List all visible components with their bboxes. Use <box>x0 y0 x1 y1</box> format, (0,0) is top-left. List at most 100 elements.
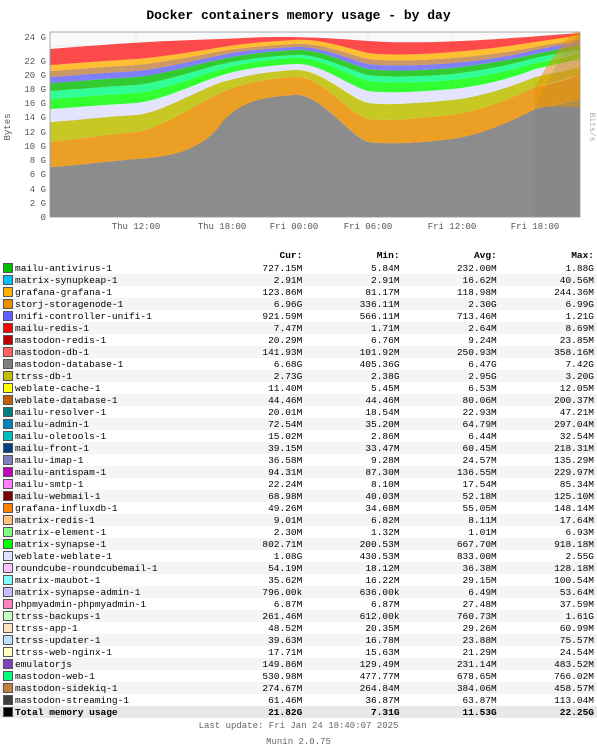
legend-min: 2.91M <box>305 274 402 286</box>
legend-avg: 8.11M <box>403 514 500 526</box>
last-update: Last update: Fri Jan 24 18:40:07 2025 <box>199 721 399 731</box>
legend-name: matrix-element-1 <box>0 526 208 538</box>
legend-min: 9.28M <box>305 454 402 466</box>
legend-max: 135.29M <box>500 454 597 466</box>
legend-name: ttrss-updater-1 <box>0 634 208 646</box>
legend-max: 53.64M <box>500 586 597 598</box>
svg-text:Fri 00:00: Fri 00:00 <box>270 222 319 232</box>
legend-name: Total memory usage <box>0 706 208 718</box>
legend-min: 15.63M <box>305 646 402 658</box>
svg-text:0: 0 <box>41 213 46 223</box>
legend-color-box <box>3 407 13 417</box>
legend-min: 1.71M <box>305 322 402 334</box>
legend-min: 264.84M <box>305 682 402 694</box>
legend-name: matrix-maubot-1 <box>0 574 208 586</box>
legend-row: matrix-redis-1 9.01M 6.82M 8.11M 17.64M <box>0 514 597 526</box>
header-name <box>0 249 208 262</box>
legend-row: mailu-webmail-1 68.98M 40.03M 52.18M 125… <box>0 490 597 502</box>
legend-header: Cur: Min: Avg: Max: <box>0 249 597 262</box>
legend-row: ttrss-web-nginx-1 17.71M 15.63M 21.29M 2… <box>0 646 597 658</box>
header-cur: Cur: <box>208 249 305 262</box>
legend-max: 23.85M <box>500 334 597 346</box>
header-avg: Avg: <box>403 249 500 262</box>
legend-row: mailu-front-1 39.15M 33.47M 60.45M 218.3… <box>0 442 597 454</box>
svg-text:Thu 12:00: Thu 12:00 <box>112 222 161 232</box>
legend-row: matrix-synapse-admin-1 796.00k 636.00k 6… <box>0 586 597 598</box>
svg-text:Fri 12:00: Fri 12:00 <box>428 222 477 232</box>
legend-cur: 727.15M <box>208 262 305 274</box>
legend-name: emulatorjs <box>0 658 208 670</box>
legend-name: matrix-synupkeap-1 <box>0 274 208 286</box>
legend-min: 18.54M <box>305 406 402 418</box>
legend-row: unifi-controller-unifi-1 921.59M 566.11M… <box>0 310 597 322</box>
legend-max: 229.97M <box>500 466 597 478</box>
legend-max: 1.61G <box>500 610 597 622</box>
legend-max: 483.52M <box>500 658 597 670</box>
legend-max: 3.20G <box>500 370 597 382</box>
legend-name: grafana-grafana-1 <box>0 286 208 298</box>
legend-max: 458.57M <box>500 682 597 694</box>
legend-name: roundcube-roundcubemail-1 <box>0 562 208 574</box>
legend-cur: 15.02M <box>208 430 305 442</box>
legend-min: 20.35M <box>305 622 402 634</box>
legend-name: mailu-front-1 <box>0 442 208 454</box>
legend-max: 1.21G <box>500 310 597 322</box>
legend-row: ttrss-app-1 48.52M 20.35M 29.26M 60.99M <box>0 622 597 634</box>
svg-text:20 G: 20 G <box>24 71 46 81</box>
legend-avg: 384.06M <box>403 682 500 694</box>
legend-cur: 1.08G <box>208 550 305 562</box>
legend-name: ttrss-db-1 <box>0 370 208 382</box>
legend-color-box <box>3 527 13 537</box>
legend-avg: 16.62M <box>403 274 500 286</box>
legend-row: mailu-smtp-1 22.24M 8.10M 17.54M 85.34M <box>0 478 597 490</box>
legend-cur: 7.47M <box>208 322 305 334</box>
legend-max: 918.18M <box>500 538 597 550</box>
legend-avg: 22.93M <box>403 406 500 418</box>
legend-max: 125.10M <box>500 490 597 502</box>
legend-color-box <box>3 455 13 465</box>
legend-cur: 2.73G <box>208 370 305 382</box>
svg-text:16 G: 16 G <box>24 99 46 109</box>
chart-svg: 0 2 G 4 G 6 G 8 G 10 G 12 G 14 G 16 G 18… <box>0 27 597 247</box>
legend-min: 16.22M <box>305 574 402 586</box>
legend-cur: 141.93M <box>208 346 305 358</box>
svg-text:Bytes: Bytes <box>3 113 13 140</box>
legend-cur: 2.30M <box>208 526 305 538</box>
legend-max: 8.69M <box>500 322 597 334</box>
legend-cur: 49.26M <box>208 502 305 514</box>
legend-max: 6.93M <box>500 526 597 538</box>
legend-color-box <box>3 395 13 405</box>
legend-color-box <box>3 587 13 597</box>
legend-avg: 60.45M <box>403 442 500 454</box>
legend-cur: 21.82G <box>208 706 305 718</box>
legend-color-box <box>3 491 13 501</box>
legend-avg: 23.88M <box>403 634 500 646</box>
header-min: Min: <box>305 249 402 262</box>
legend-avg: 136.55M <box>403 466 500 478</box>
legend-avg: 6.53M <box>403 382 500 394</box>
legend-min: 16.78M <box>305 634 402 646</box>
legend-avg: 250.93M <box>403 346 500 358</box>
legend-avg: 64.79M <box>403 418 500 430</box>
legend-row: emulatorjs 149.86M 129.49M 231.14M 483.5… <box>0 658 597 670</box>
legend-min: 44.46M <box>305 394 402 406</box>
legend-max: 85.34M <box>500 478 597 490</box>
legend-color-box <box>3 335 13 345</box>
legend-cur: 921.59M <box>208 310 305 322</box>
legend-cur: 261.46M <box>208 610 305 622</box>
legend-cur: 20.29M <box>208 334 305 346</box>
svg-text:18 G: 18 G <box>24 85 46 95</box>
legend-cur: 22.24M <box>208 478 305 490</box>
svg-text:6 G: 6 G <box>30 170 46 180</box>
legend-cur: 6.96G <box>208 298 305 310</box>
svg-text:8 G: 8 G <box>30 156 46 166</box>
legend-max: 358.16M <box>500 346 597 358</box>
legend-min: 36.87M <box>305 694 402 706</box>
legend-color-box <box>3 467 13 477</box>
legend-name: mailu-resolver-1 <box>0 406 208 418</box>
legend-max: 17.64M <box>500 514 597 526</box>
legend-cur: 61.46M <box>208 694 305 706</box>
svg-text:Bits/s: Bits/s <box>587 113 596 142</box>
legend-max: 12.05M <box>500 382 597 394</box>
legend-min: 34.68M <box>305 502 402 514</box>
